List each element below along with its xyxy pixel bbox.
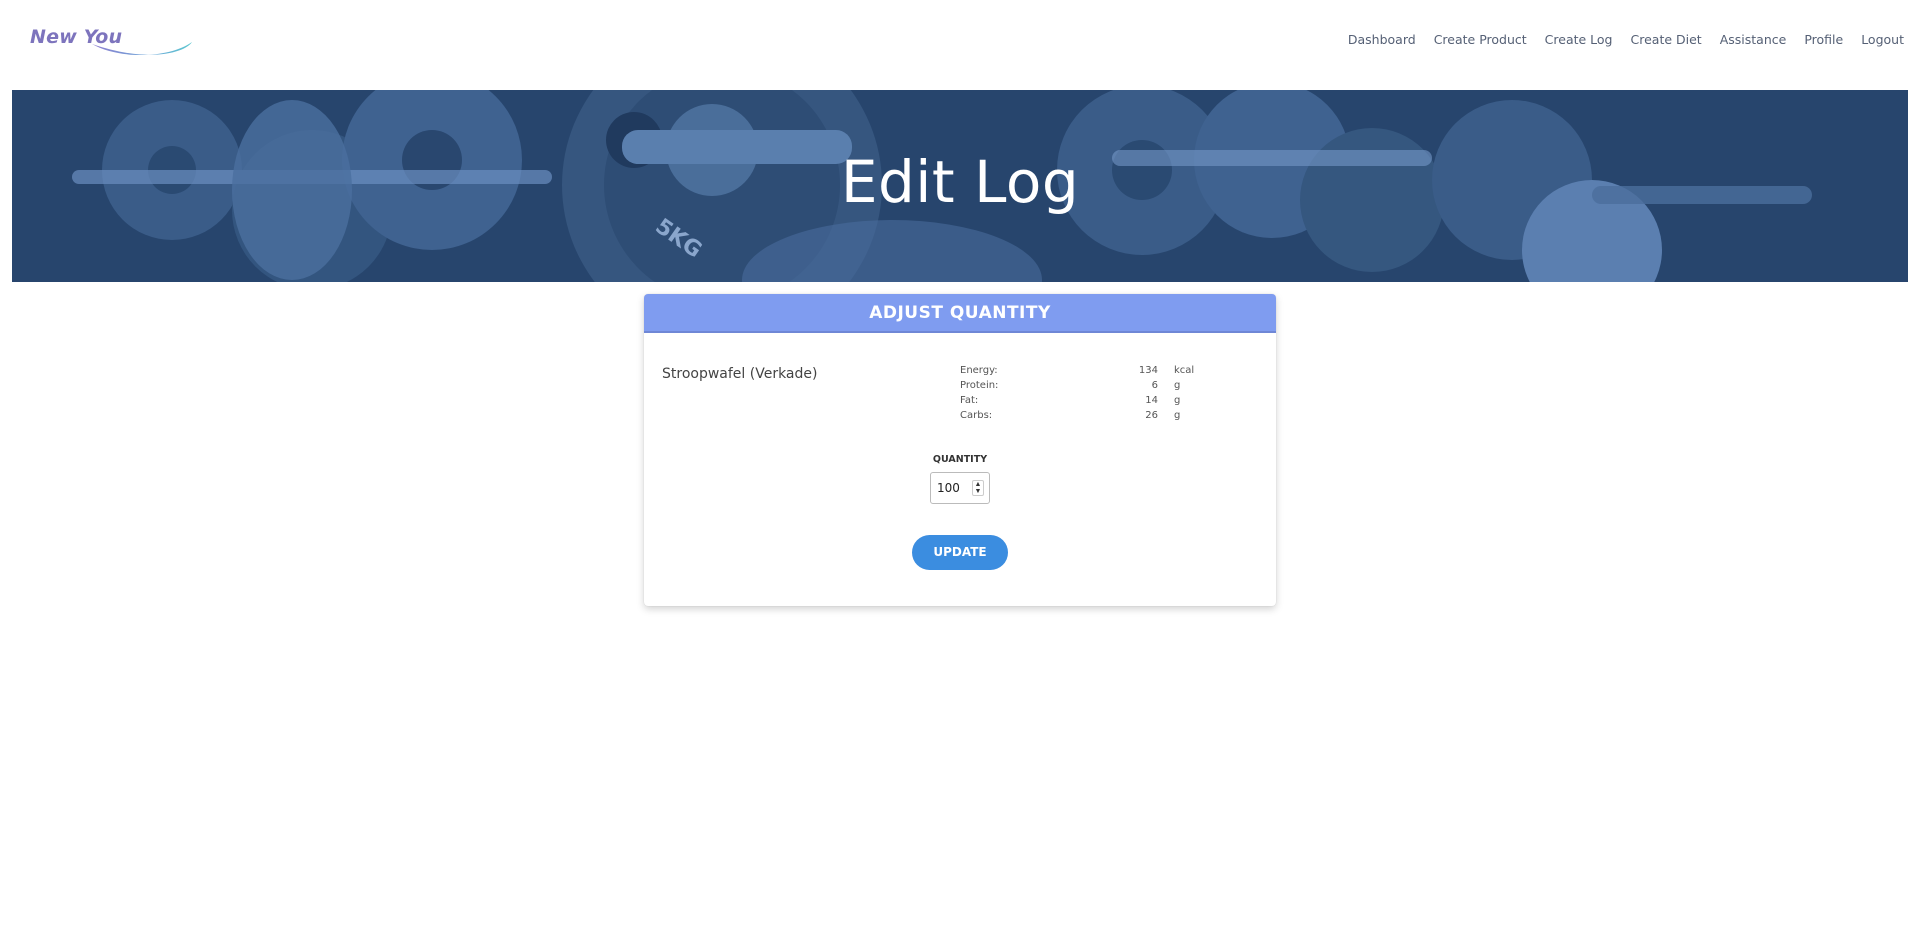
adjust-quantity-card: ADJUST QUANTITY Stroopwafel (Verkade) En…: [644, 294, 1276, 606]
nav-profile[interactable]: Profile: [1804, 32, 1843, 47]
nutrition-value: 14: [1145, 395, 1158, 406]
nutrition-row-protein: Protein: 6 g: [960, 378, 1220, 393]
nutrition-row-carbs: Carbs: 26 g: [960, 408, 1220, 423]
main-nav: Dashboard Create Product Create Log Crea…: [1330, 32, 1904, 47]
nutrition-unit: g: [1174, 395, 1181, 406]
nutrition-label: Fat:: [960, 395, 979, 406]
logo-swoosh-icon: [92, 42, 192, 56]
nav-create-product[interactable]: Create Product: [1434, 32, 1527, 47]
nutrition-value: 6: [1151, 380, 1158, 391]
nutrition-value: 26: [1145, 410, 1158, 421]
update-button[interactable]: UPDATE: [912, 535, 1008, 570]
nav-logout[interactable]: Logout: [1861, 32, 1904, 47]
quantity-input[interactable]: 100 ▲ ▼: [930, 472, 990, 504]
nav-dashboard[interactable]: Dashboard: [1348, 32, 1416, 47]
nutrition-unit: kcal: [1174, 365, 1195, 376]
stepper-up-icon[interactable]: ▲: [973, 481, 983, 488]
quantity-value[interactable]: 100: [937, 481, 960, 495]
nutrition-value: 134: [1138, 365, 1158, 376]
nutrition-label: Protein:: [960, 380, 999, 391]
nutrition-unit: g: [1174, 410, 1181, 421]
nutrition-label: Energy:: [960, 365, 998, 376]
quantity-stepper[interactable]: ▲ ▼: [972, 480, 984, 496]
new-you-logo[interactable]: New You: [30, 26, 192, 60]
quantity-label: QUANTITY: [932, 454, 988, 465]
nav-assistance[interactable]: Assistance: [1720, 32, 1787, 47]
product-name: Stroopwafel (Verkade): [662, 366, 818, 382]
nutrition-table: Energy: 134 kcal Protein: 6 g Fat: 14 g …: [960, 363, 1220, 423]
nutrition-unit: g: [1174, 380, 1181, 391]
top-navbar: New You Dashboard Create Product Create …: [0, 0, 1918, 90]
nav-create-log[interactable]: Create Log: [1545, 32, 1613, 47]
nutrition-row-fat: Fat: 14 g: [960, 393, 1220, 408]
card-title: ADJUST QUANTITY: [644, 294, 1276, 333]
hero-banner: 5KG Edit Log: [12, 90, 1908, 282]
nutrition-label: Carbs:: [960, 410, 993, 421]
nutrition-row-energy: Energy: 134 kcal: [960, 363, 1220, 378]
nav-create-diet[interactable]: Create Diet: [1631, 32, 1702, 47]
stepper-down-icon[interactable]: ▼: [973, 488, 983, 495]
page-title: Edit Log: [840, 148, 1080, 216]
